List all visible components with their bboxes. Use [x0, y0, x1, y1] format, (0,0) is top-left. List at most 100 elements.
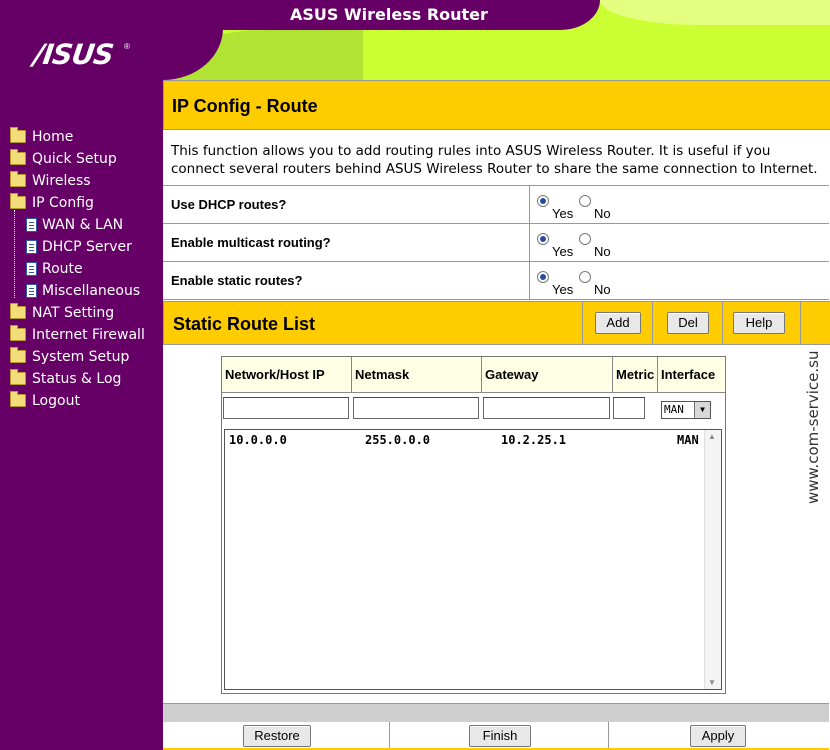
netmask-input[interactable]	[353, 397, 479, 419]
column-header-network: Network/Host IP	[222, 357, 352, 393]
gateway-input[interactable]	[483, 397, 610, 419]
dhcp-routes-yes-radio[interactable]	[537, 195, 549, 207]
static-route-band: Static Route List Add Del Help	[163, 301, 830, 345]
folder-icon	[10, 347, 26, 363]
sidebar-item-label: Wireless	[32, 173, 91, 189]
folder-icon	[10, 127, 26, 143]
page-icon	[26, 240, 37, 254]
dhcp-routes-no-radio[interactable]	[579, 195, 591, 207]
radio-label-yes: Yes	[552, 244, 574, 259]
static-routes-yes-radio[interactable]	[537, 271, 549, 283]
page-icon	[26, 218, 37, 232]
sidebar-item-label: Status & Log	[32, 371, 122, 387]
metric-input[interactable]	[613, 397, 645, 419]
open-folder-icon	[10, 193, 26, 209]
radio-label-no: No	[594, 244, 611, 259]
main-content: IP Config - Route This function allows y…	[163, 80, 830, 750]
sidebar-item-system-setup[interactable]: System Setup	[0, 347, 163, 370]
sidebar-item-internet-firewall[interactable]: Internet Firewall	[0, 325, 163, 348]
divider	[389, 722, 390, 750]
apply-button[interactable]: Apply	[690, 725, 746, 747]
multicast-no-radio[interactable]	[579, 233, 591, 245]
interface-select-value: MAN	[664, 403, 684, 416]
chevron-down-icon[interactable]: ▼	[694, 402, 710, 418]
sidebar-item-route[interactable]: Route	[0, 260, 163, 282]
divider	[608, 722, 609, 750]
multicast-yes-radio[interactable]	[537, 233, 549, 245]
divider	[529, 224, 530, 261]
sidebar-item-miscellaneous[interactable]: Miscellaneous	[0, 282, 163, 304]
restore-button[interactable]: Restore	[243, 725, 311, 747]
sidebar-item-logout[interactable]: Logout	[0, 391, 163, 414]
sidebar-item-label: Home	[32, 129, 74, 145]
watermark: www.com-service.su	[803, 350, 823, 505]
route-network: 10.0.0.0	[229, 433, 287, 447]
folder-icon	[10, 171, 26, 187]
route-netmask: 255.0.0.0	[365, 433, 431, 447]
sidebar-item-label: Quick Setup	[32, 151, 117, 167]
sidebar-item-ip-config[interactable]: IP Config	[0, 193, 163, 216]
finish-button[interactable]: Finish	[469, 725, 531, 747]
route-gateway: 10.2.25.1	[501, 433, 567, 447]
list-item[interactable]: 10.0.0.0 255.0.0.0 10.2.25.1 MAN	[229, 433, 699, 449]
watermark-text: www.com-service.su	[804, 350, 822, 504]
sidebar-item-wireless[interactable]: Wireless	[0, 171, 163, 194]
folder-icon	[10, 391, 26, 407]
scroll-up-icon[interactable]: ▲	[708, 432, 716, 441]
option-label: Enable static routes?	[171, 273, 303, 288]
sidebar-item-label: Logout	[32, 393, 80, 409]
del-button[interactable]: Del	[667, 312, 709, 334]
divider	[529, 262, 530, 299]
divider	[722, 302, 723, 344]
sidebar-item-label: NAT Setting	[32, 305, 115, 321]
folder-icon	[10, 369, 26, 385]
list-scrollbar[interactable]: ▲ ▼	[704, 430, 721, 689]
title-band: IP Config - Route	[163, 80, 830, 130]
sidebar-item-wan-lan[interactable]: WAN & LAN	[0, 216, 163, 238]
sidebar-item-label: Route	[42, 261, 83, 277]
logo-registered-mark: ®	[124, 42, 130, 51]
header-corner	[163, 28, 223, 80]
sidebar-item-label: WAN & LAN	[42, 217, 124, 233]
radio-label-no: No	[594, 282, 611, 297]
page-icon	[26, 262, 37, 276]
help-button[interactable]: Help	[733, 312, 785, 334]
network-input[interactable]	[223, 397, 349, 419]
sidebar-item-home[interactable]: Home	[0, 127, 163, 150]
folder-icon	[10, 325, 26, 341]
radio-label-yes: Yes	[552, 282, 574, 297]
folder-icon	[10, 303, 26, 319]
radio-label-yes: Yes	[552, 206, 574, 221]
bottom-divider-bar	[163, 703, 829, 723]
column-header-metric: Metric	[613, 357, 658, 393]
sidebar-nav: Home Quick Setup Wireless IP Config WAN …	[0, 127, 163, 414]
page-title: IP Config - Route	[172, 96, 318, 116]
sidebar-item-nat-setting[interactable]: NAT Setting	[0, 303, 163, 326]
option-label: Use DHCP routes?	[171, 197, 287, 212]
radio-label-no: No	[594, 206, 611, 221]
column-header-interface: Interface	[658, 357, 725, 393]
sidebar-item-label: DHCP Server	[42, 239, 132, 255]
divider	[529, 186, 530, 223]
interface-select[interactable]: MAN ▼	[661, 401, 711, 419]
divider	[582, 302, 583, 344]
static-route-title: Static Route List	[173, 314, 316, 334]
static-routes-no-radio[interactable]	[579, 271, 591, 283]
add-button[interactable]: Add	[595, 312, 641, 334]
option-row-static-routes: Enable static routes? Yes No	[163, 261, 829, 300]
page-description: This function allows you to add routing …	[171, 143, 818, 177]
option-row-dhcp-routes: Use DHCP routes? Yes No	[163, 185, 829, 223]
column-header-netmask: Netmask	[352, 357, 482, 393]
route-table: Network/Host IP Netmask Gateway Metric I…	[221, 356, 726, 694]
option-label: Enable multicast routing?	[171, 235, 331, 250]
asus-logo: /ISUS	[31, 38, 116, 71]
bottom-button-bar: Restore Finish Apply	[163, 722, 829, 750]
sidebar-item-status-log[interactable]: Status & Log	[0, 369, 163, 392]
page-icon	[26, 284, 37, 298]
sidebar-item-dhcp-server[interactable]: DHCP Server	[0, 238, 163, 260]
scroll-down-icon[interactable]: ▼	[708, 678, 716, 687]
sidebar-item-quick-setup[interactable]: Quick Setup	[0, 149, 163, 172]
app-title: ASUS Wireless Router	[290, 5, 488, 24]
sidebar-item-label: System Setup	[32, 349, 130, 365]
route-list[interactable]: 10.0.0.0 255.0.0.0 10.2.25.1 MAN ▲ ▼	[224, 429, 722, 690]
